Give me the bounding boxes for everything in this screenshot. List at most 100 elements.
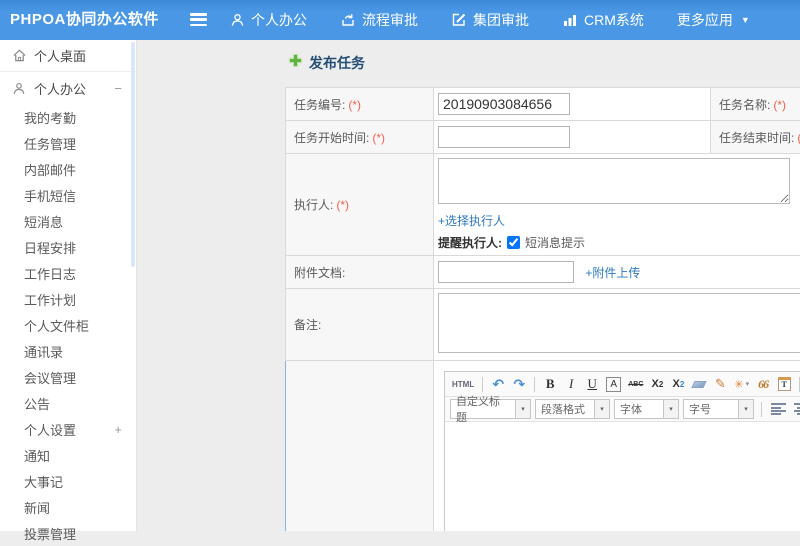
blockquote-button[interactable]: 66 [754,374,772,394]
editor-toolbar-row2: 自定义标题▾ 段落格式▾ 字体▾ 字号▾ [445,397,800,422]
autoformat-icon[interactable]: ✳▾ [732,374,751,394]
remark-label: 备注: [286,289,434,361]
page-title-text: 发布任务 [309,53,365,73]
caret-down-icon: ▼ [741,15,750,25]
nav-group-approval[interactable]: 集团审批 [451,10,529,30]
sidebar-item-contacts[interactable]: 通讯录 [0,338,136,364]
sidebar-item-personal-settings[interactable]: 个人设置 + [0,416,136,442]
remind-row: 提醒执行人: 短消息提示 [438,234,800,251]
strikethrough-button[interactable]: ABC [626,374,645,394]
sidebar-item-events[interactable]: 大事记 [0,468,136,494]
sidebar-item-short-message[interactable]: 短消息 [0,208,136,234]
task-form: 任务编号:(*) 任务名称:(*) 任务开始时间:(*) 任务结束时间:(*) … [285,87,800,531]
chevron-down-icon: ▾ [594,400,609,418]
nav-crm[interactable]: CRM系统 [562,10,644,30]
top-navigation: 个人办公 流程审批 集团审批 CRM系统 更多应用 ▼ [230,0,750,40]
sidebar-item-work-plan[interactable]: 工作计划 [0,286,136,312]
executor-textarea[interactable] [438,158,790,204]
redo-icon[interactable]: ↷ [510,374,528,394]
sidebar-item-internal-mail[interactable]: 内部邮件 [0,156,136,182]
sidebar-item-schedule[interactable]: 日程安排 [0,234,136,260]
required-mark: (*) [348,98,361,112]
executor-label: 执行人:(*) [286,154,434,256]
executor-cell: +选择执行人 提醒执行人: 短消息提示 [434,154,800,256]
task-name-label: 任务名称:(*) [711,88,800,121]
font-style-button[interactable]: A [604,374,623,394]
process-icon [340,12,356,28]
sidebar-item-my-attendance[interactable]: 我的考勤 [0,104,136,130]
paragraph-format-dropdown[interactable]: 段落格式▾ [535,399,610,419]
attachment-cell: +附件上传 [434,256,800,289]
row-start-time: 任务开始时间:(*) 任务结束时间:(*) [286,121,800,154]
main-content: 发布任务 任务编号:(*) 任务名称:(*) 任务开始时间:(*) 任务结束时间… [137,40,800,531]
task-no-input[interactable] [438,93,570,115]
sidebar-section-personal-office[interactable]: 个人办公 − [0,72,136,104]
sidebar-scrollbar[interactable] [131,42,135,267]
remark-textarea[interactable] [438,293,800,353]
select-executor-link[interactable]: +选择执行人 [438,212,505,229]
font-size-dropdown[interactable]: 字号▾ [683,399,754,419]
sidebar-item-meeting-management[interactable]: 会议管理 [0,364,136,390]
start-time-input[interactable] [438,126,570,148]
attachment-upload-link[interactable]: +附件上传 [585,266,640,280]
hamburger-menu-icon[interactable] [190,13,210,27]
nav-workflow-approval[interactable]: 流程审批 [340,10,418,30]
remark-cell [434,289,800,361]
underline-button[interactable]: U [583,374,601,394]
row-task-no: 任务编号:(*) 任务名称:(*) [286,88,800,121]
description-cell: HTML ↶ ↷ B I U A ABC X2 X2 ✎ [434,361,800,532]
edit-square-icon [451,12,467,28]
nav-more-apps[interactable]: 更多应用 ▼ [677,10,750,30]
italic-button[interactable]: I [562,374,580,394]
start-time-cell [434,121,711,154]
collapse-indicator[interactable]: − [114,81,122,96]
paste-as-text-icon[interactable]: T [775,374,793,394]
sidebar-item-work-log[interactable]: 工作日志 [0,260,136,286]
add-plus-icon [288,53,303,73]
page-title: 发布任务 [288,53,365,73]
top-header: PHPOA协同办公软件 个人办公 流程审批 集团审批 CRM系统 更多应用 ▼ [0,0,800,40]
task-no-cell [434,88,711,121]
app-logo: PHPOA协同办公软件 [10,0,159,40]
sidebar-item-personal-files[interactable]: 个人文件柜 [0,312,136,338]
sidebar: 个人桌面 个人办公 − 我的考勤 任务管理 内部邮件 手机短信 短消息 日程安排… [0,40,137,531]
required-mark: (*) [336,198,349,212]
heading-dropdown[interactable]: 自定义标题▾ [450,399,531,419]
toolbar-separator [534,377,535,392]
subscript-button[interactable]: X2 [669,374,687,394]
required-mark: (*) [372,131,385,145]
sidebar-item-personal-desktop[interactable]: 个人桌面 [0,40,136,72]
bold-button[interactable]: B [541,374,559,394]
row-remark: 备注: [286,289,800,361]
bar-chart-icon [562,12,578,28]
sidebar-item-task-management[interactable]: 任务管理 [0,130,136,156]
font-family-dropdown[interactable]: 字体▾ [614,399,679,419]
sms-remind-checkbox[interactable] [507,236,520,249]
sidebar-item-news[interactable]: 新闻 [0,494,136,520]
sidebar-item-mobile-sms[interactable]: 手机短信 [0,182,136,208]
row-executor: 执行人:(*) +选择执行人 提醒执行人: 短消息提示 [286,154,800,256]
start-time-label: 任务开始时间:(*) [286,121,434,154]
task-no-label: 任务编号:(*) [286,88,434,121]
nav-personal-office[interactable]: 个人办公 [230,10,307,30]
sidebar-item-vote[interactable]: 投票管理 [0,520,136,546]
superscript-button[interactable]: X2 [648,374,666,394]
align-center-icon[interactable] [792,399,800,419]
rich-text-editor: HTML ↶ ↷ B I U A ABC X2 X2 ✎ [444,371,800,531]
attachment-input[interactable] [438,261,574,283]
editor-content-area[interactable] [445,422,800,531]
chevron-down-icon: ▾ [663,400,678,418]
chevron-down-icon: ▾ [515,400,530,418]
sidebar-item-announcement[interactable]: 公告 [0,390,136,416]
html-source-button[interactable]: HTML [450,374,476,394]
user-icon [12,81,28,96]
chevron-down-icon: ▾ [738,400,753,418]
format-painter-icon[interactable]: ✎ [711,374,729,394]
remind-label: 提醒执行人: [438,234,502,251]
align-left-icon[interactable] [769,399,788,419]
sidebar-item-notice[interactable]: 通知 [0,442,136,468]
undo-icon[interactable]: ↶ [489,374,507,394]
home-icon [12,48,28,63]
expand-indicator[interactable]: + [114,422,122,437]
eraser-icon[interactable] [690,374,708,394]
